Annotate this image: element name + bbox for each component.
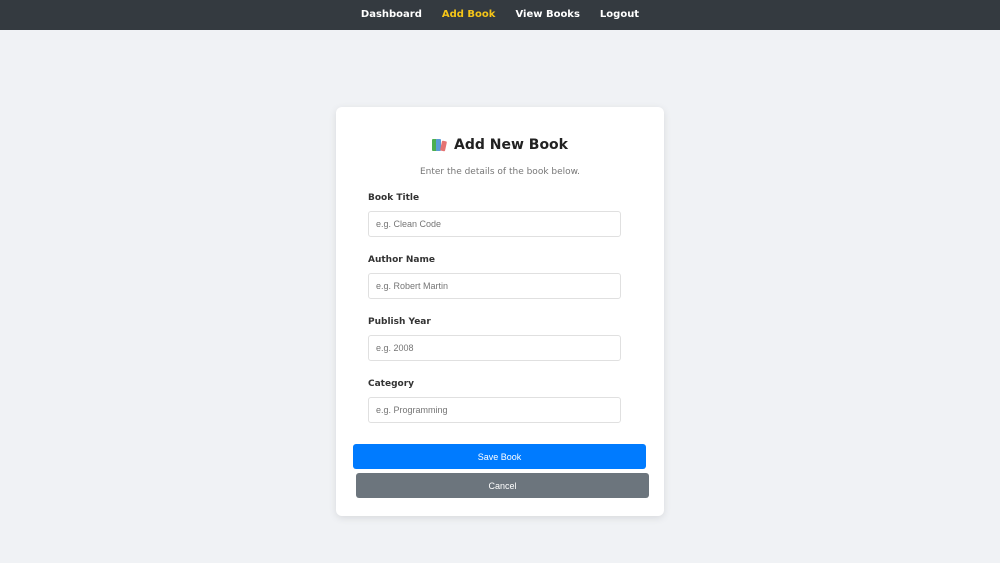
top-navbar: Dashboard Add Book View Books Logout xyxy=(0,0,1000,30)
cancel-button[interactable]: Cancel xyxy=(356,473,649,498)
nav-link-view-books[interactable]: View Books xyxy=(505,0,589,30)
save-book-button[interactable]: Save Book xyxy=(353,444,646,469)
form-subtitle: Enter the details of the book below. xyxy=(419,167,581,177)
publish-year-label: Publish Year xyxy=(368,317,431,327)
book-title-input[interactable] xyxy=(368,211,621,237)
page-title: Add New Book xyxy=(454,137,568,153)
books-icon xyxy=(432,138,448,152)
nav-link-add-book[interactable]: Add Book xyxy=(432,0,506,30)
category-label: Category xyxy=(368,379,415,389)
add-book-card: Add New Book Enter the details of the bo… xyxy=(336,107,664,516)
author-name-input[interactable] xyxy=(368,273,621,299)
form-header: Add New Book xyxy=(336,137,664,153)
book-title-label: Book Title xyxy=(368,193,420,203)
publish-year-input[interactable] xyxy=(368,335,621,361)
nav-link-logout[interactable]: Logout xyxy=(590,0,649,30)
author-name-label: Author Name xyxy=(368,255,435,265)
category-input[interactable] xyxy=(368,397,621,423)
nav-link-dashboard[interactable]: Dashboard xyxy=(351,0,432,30)
